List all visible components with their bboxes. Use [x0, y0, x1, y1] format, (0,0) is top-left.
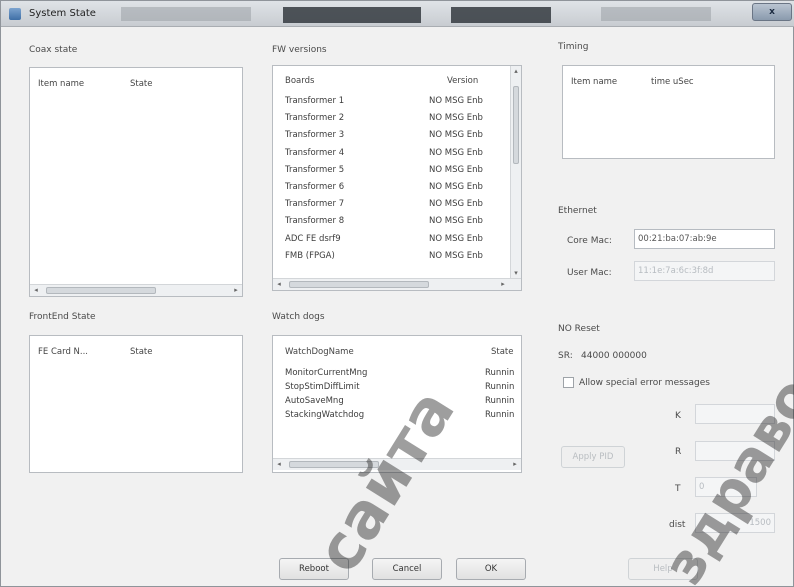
fw-row-board[interactable]: Transformer 8 — [285, 216, 344, 226]
fw-row-version[interactable]: NO MSG Enb — [429, 148, 483, 158]
fw-row-board[interactable]: Transformer 6 — [285, 182, 344, 192]
coax-state-title: Coax state — [29, 45, 78, 55]
sr-value: 44000 000000 — [581, 351, 647, 361]
scroll-down-icon[interactable]: ▾ — [511, 268, 521, 278]
watchdog-row-state[interactable]: Runnin — [485, 382, 514, 392]
watchdog-row-state[interactable]: Runnin — [485, 368, 514, 378]
frontend-state-title: FrontEnd State — [29, 312, 96, 322]
fw-row-version[interactable]: NO MSG Enb — [429, 182, 483, 192]
fw-versions-list[interactable]: Boards Version Transformer 1 NO MSG Enb Tr… — [272, 65, 522, 291]
fw-row-board[interactable]: Transformer 2 — [285, 113, 344, 123]
fw-row-version[interactable]: NO MSG Enb — [429, 234, 483, 244]
fw-hscroll-thumb[interactable] — [289, 281, 429, 288]
window-title: System State — [29, 8, 96, 19]
fw-versions-title: FW versions — [272, 45, 327, 55]
close-button[interactable]: x — [752, 3, 792, 21]
fw-col-version[interactable]: Version — [447, 76, 478, 86]
fw-row-version[interactable]: NO MSG Enb — [429, 216, 483, 226]
title-blur-region-2 — [601, 7, 711, 21]
fw-row-version[interactable]: NO MSG Enb — [429, 251, 483, 261]
t-field[interactable]: 0 — [695, 477, 757, 497]
fw-vscroll-thumb[interactable] — [513, 86, 519, 164]
scroll-left-icon[interactable]: ◂ — [30, 285, 42, 296]
app-icon — [9, 8, 21, 20]
fw-row-board[interactable]: Transformer 4 — [285, 148, 344, 158]
k-label: K — [675, 411, 681, 421]
fe-col-state[interactable]: State — [130, 347, 153, 357]
fw-row-board[interactable]: Transformer 7 — [285, 199, 344, 209]
title-blur-region — [121, 7, 251, 21]
watchdogs-list[interactable]: WatchDogName State MonitorCurrentMng Runn… — [272, 335, 522, 473]
fw-row-version[interactable]: NO MSG Enb — [429, 130, 483, 140]
watchdog-row-name[interactable]: MonitorCurrentMng — [285, 368, 367, 378]
coax-hscrollbar[interactable]: ◂ ▸ — [30, 284, 242, 296]
fw-row-board[interactable]: Transformer 3 — [285, 130, 344, 140]
watchdog-row-state[interactable]: Runnin — [485, 410, 514, 420]
title-dark-region-2 — [451, 7, 551, 23]
scroll-left-icon[interactable]: ◂ — [273, 279, 285, 290]
coax-col-item-name[interactable]: Item name — [38, 79, 84, 89]
fe-col-card[interactable]: FE Card N... — [38, 347, 88, 357]
timing-col-time[interactable]: time uSec — [651, 77, 694, 87]
user-mac-label: User Mac: — [567, 268, 612, 278]
scroll-right-icon[interactable]: ▸ — [497, 279, 509, 290]
fw-row-board[interactable]: Transformer 5 — [285, 165, 344, 175]
help-button[interactable]: Help — [628, 558, 698, 580]
watchdogs-hscrollbar[interactable]: ◂ ▸ — [273, 458, 521, 470]
coax-col-state[interactable]: State — [130, 79, 153, 89]
fw-col-boards[interactable]: Boards — [285, 76, 314, 86]
title-bar[interactable]: System State x — [1, 1, 794, 27]
no-reset-title: NO Reset — [558, 324, 600, 334]
fw-row-version[interactable]: NO MSG Enb — [429, 113, 483, 123]
fw-row-version[interactable]: NO MSG Enb — [429, 165, 483, 175]
scroll-up-icon[interactable]: ▴ — [511, 66, 521, 76]
r-label: R — [675, 447, 682, 457]
reboot-button[interactable]: Reboot — [279, 558, 349, 580]
watchdog-row-name[interactable]: AutoSaveMng — [285, 396, 344, 406]
title-dark-region — [283, 7, 421, 23]
cancel-button[interactable]: Cancel — [372, 558, 442, 580]
sr-label: SR: — [558, 351, 573, 361]
apply-pid-button[interactable]: Apply PID — [561, 446, 625, 468]
dist-label: dist — [669, 520, 686, 530]
user-mac-field[interactable]: 11:1e:7a:6c:3f:8d — [634, 261, 775, 281]
dist-field[interactable]: 1500 — [695, 513, 775, 533]
allow-special-errors-checkbox[interactable] — [563, 377, 574, 388]
fw-hscrollbar[interactable]: ◂ ▸ — [273, 278, 521, 290]
watchdog-row-state[interactable]: Runnin — [485, 396, 514, 406]
scroll-left-icon[interactable]: ◂ — [273, 459, 285, 470]
timing-col-item-name[interactable]: Item name — [571, 77, 617, 87]
r-field[interactable] — [695, 441, 775, 461]
watchdog-row-name[interactable]: StopStimDiffLimit — [285, 382, 360, 392]
wd-hscroll-thumb[interactable] — [289, 461, 379, 468]
core-mac-label: Core Mac: — [567, 236, 612, 246]
watchdog-row-name[interactable]: StackingWatchdog — [285, 410, 364, 420]
ethernet-title: Ethernet — [558, 206, 597, 216]
ok-button[interactable]: OK — [456, 558, 526, 580]
fw-row-board[interactable]: FMB (FPGA) — [285, 251, 335, 261]
frontend-state-list[interactable]: FE Card N... State — [29, 335, 243, 473]
scroll-right-icon[interactable]: ▸ — [509, 459, 521, 470]
scroll-right-icon[interactable]: ▸ — [230, 285, 242, 296]
allow-special-errors-label: Allow special error messages — [579, 378, 710, 388]
t-label: T — [675, 484, 681, 494]
fw-vscrollbar[interactable]: ▴ ▾ — [510, 66, 521, 278]
system-state-window: System State x Coax state Item name Stat… — [0, 0, 794, 587]
wd-col-state[interactable]: State — [491, 347, 514, 357]
fw-row-version[interactable]: NO MSG Enb — [429, 96, 483, 106]
fw-row-version[interactable]: NO MSG Enb — [429, 199, 483, 209]
fw-row-board[interactable]: Transformer 1 — [285, 96, 344, 106]
coax-scroll-thumb[interactable] — [46, 287, 156, 294]
fw-row-board[interactable]: ADC FE dsrf9 — [285, 234, 341, 244]
wd-col-name[interactable]: WatchDogName — [285, 347, 354, 357]
k-field[interactable] — [695, 404, 775, 424]
watchdogs-title: Watch dogs — [272, 312, 325, 322]
timing-list[interactable]: Item name time uSec — [562, 65, 775, 159]
coax-state-list[interactable]: Item name State ◂ ▸ — [29, 67, 243, 297]
timing-title: Timing — [558, 42, 589, 52]
core-mac-field[interactable]: 00:21:ba:07:ab:9e — [634, 229, 775, 249]
